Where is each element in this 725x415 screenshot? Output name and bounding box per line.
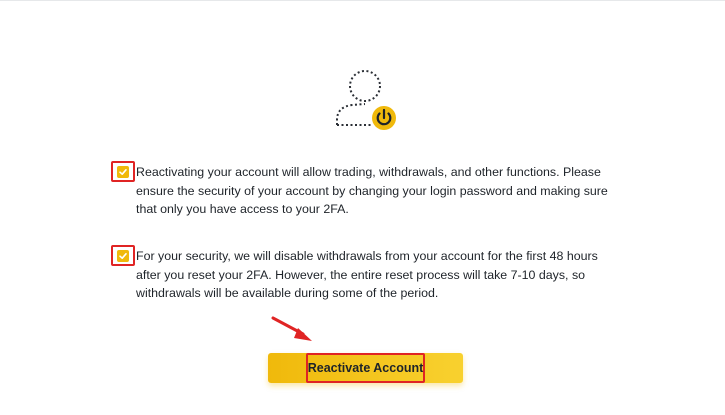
confirmation-text-withdrawals: For your security, we will disable withd…	[136, 249, 598, 301]
annotation-arrow-icon	[270, 316, 320, 344]
reactivate-account-button[interactable]: Reactivate Account	[268, 353, 463, 383]
checkbox-reactivate[interactable]	[111, 161, 135, 182]
user-power-icon	[330, 66, 400, 132]
reactivate-account-label: Reactivate Account	[307, 361, 424, 375]
top-divider	[0, 0, 725, 1]
checkmark-icon	[117, 249, 129, 262]
confirmation-text-reactivate: Reactivating your account will allow tra…	[136, 165, 608, 217]
checkbox-withdrawals[interactable]	[111, 245, 135, 266]
checkmark-icon	[117, 165, 129, 178]
button-highlight-box: Reactivate Account	[306, 353, 425, 383]
